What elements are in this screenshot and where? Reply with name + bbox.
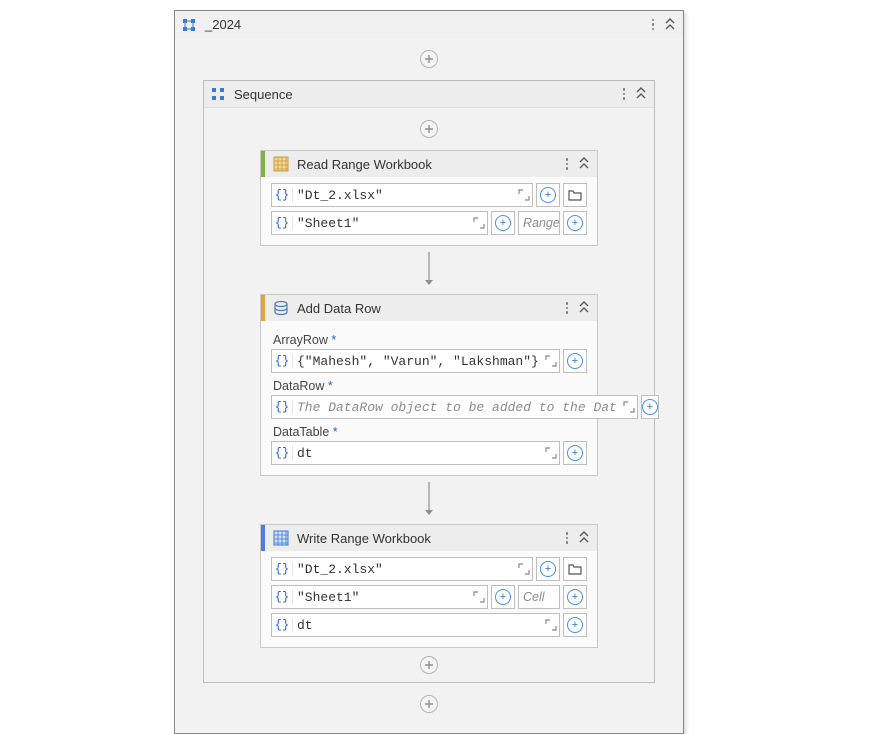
arrayrow-input[interactable]: {} {"Mahesh", "Varun", "Lakshman"} bbox=[271, 349, 560, 373]
read-range-workbook-activity[interactable]: Read Range Workbook {} "Dt_2.xlsx" bbox=[260, 150, 598, 246]
braces-icon: {} bbox=[272, 562, 293, 576]
plus-button[interactable]: + bbox=[563, 441, 587, 465]
sequence-icon bbox=[210, 86, 226, 102]
file-path-input[interactable]: {} "Dt_2.xlsx" bbox=[271, 183, 533, 207]
plus-button[interactable]: + bbox=[563, 349, 587, 373]
braces-icon: {} bbox=[272, 188, 293, 202]
datatable-input[interactable]: {} dt bbox=[271, 441, 560, 465]
outer-title: _2024 bbox=[205, 17, 241, 32]
expand-icon[interactable] bbox=[543, 619, 559, 631]
plus-button[interactable]: + bbox=[563, 585, 587, 609]
activity-menu-icon[interactable] bbox=[559, 298, 575, 318]
expand-icon[interactable] bbox=[621, 401, 637, 413]
datarow-label: DataRow * bbox=[273, 379, 587, 393]
add-activity-outer-bottom[interactable] bbox=[175, 695, 683, 713]
flow-arrow bbox=[204, 252, 654, 288]
cell-input[interactable]: Cell bbox=[518, 585, 560, 609]
datatable-icon bbox=[273, 300, 289, 316]
data-value: dt bbox=[293, 618, 543, 633]
add-data-row-activity[interactable]: Add Data Row ArrayRow * {} {"Mahesh", "V… bbox=[260, 294, 598, 476]
sheet-name-value: "Sheet1" bbox=[293, 590, 471, 605]
plus-button[interactable]: + bbox=[563, 211, 587, 235]
stripe bbox=[261, 151, 265, 177]
plus-icon bbox=[420, 120, 438, 138]
datarow-placeholder: The DataRow object to be added to the Da… bbox=[293, 400, 621, 415]
braces-icon: {} bbox=[272, 400, 293, 414]
braces-icon: {} bbox=[272, 618, 293, 632]
spreadsheet-write-icon bbox=[273, 530, 289, 546]
range-input[interactable]: Range bbox=[518, 211, 560, 235]
add-activity-sequence-top[interactable] bbox=[204, 120, 654, 138]
activity-body: ArrayRow * {} {"Mahesh", "Varun", "Laksh… bbox=[261, 321, 597, 475]
sheet-name-input[interactable]: {} "Sheet1" bbox=[271, 585, 488, 609]
spreadsheet-icon bbox=[273, 156, 289, 172]
datatable-value: dt bbox=[293, 446, 543, 461]
sequence-title: Sequence bbox=[234, 87, 293, 102]
activity-body: {} "Dt_2.xlsx" + {} "Sheet1" bbox=[261, 551, 597, 647]
expand-icon[interactable] bbox=[516, 189, 532, 201]
activity-header[interactable]: Write Range Workbook bbox=[261, 525, 597, 551]
stripe bbox=[261, 525, 265, 551]
expand-icon[interactable] bbox=[543, 447, 559, 459]
plus-icon bbox=[420, 695, 438, 713]
datatable-label: DataTable * bbox=[273, 425, 587, 439]
sheet-name-input[interactable]: {} "Sheet1" bbox=[271, 211, 488, 235]
activity-title: Read Range Workbook bbox=[297, 157, 432, 172]
plus-icon bbox=[420, 656, 438, 674]
sequence-icon bbox=[181, 17, 197, 33]
sequence-card: Sequence Read Range Workbook bbox=[203, 80, 655, 683]
add-activity-top[interactable] bbox=[175, 50, 683, 68]
activity-collapse-icon[interactable] bbox=[577, 300, 591, 316]
datarow-input[interactable]: {} The DataRow object to be added to the… bbox=[271, 395, 638, 419]
flow-arrow bbox=[204, 482, 654, 518]
outer-header[interactable]: _2024 bbox=[175, 11, 683, 38]
file-path-input[interactable]: {} "Dt_2.xlsx" bbox=[271, 557, 533, 581]
data-input[interactable]: {} dt bbox=[271, 613, 560, 637]
sheet-name-value: "Sheet1" bbox=[293, 216, 471, 231]
arrayrow-value: {"Mahesh", "Varun", "Lakshman"} bbox=[293, 354, 543, 369]
expand-icon[interactable] bbox=[471, 217, 487, 229]
file-path-value: "Dt_2.xlsx" bbox=[293, 188, 516, 203]
file-path-value: "Dt_2.xlsx" bbox=[293, 562, 516, 577]
braces-icon: {} bbox=[272, 446, 293, 460]
outer-collapse-icon[interactable] bbox=[663, 17, 677, 33]
sequence-collapse-icon[interactable] bbox=[634, 86, 648, 102]
plus-icon bbox=[420, 50, 438, 68]
browse-folder-button[interactable] bbox=[563, 557, 587, 581]
plus-button[interactable]: + bbox=[563, 613, 587, 637]
activity-body: {} "Dt_2.xlsx" + {} "Sheet1" bbox=[261, 177, 597, 245]
plus-button[interactable]: + bbox=[491, 211, 515, 235]
add-activity-sequence-bottom[interactable] bbox=[204, 656, 654, 674]
outer-menu-icon[interactable] bbox=[645, 15, 661, 35]
sequence-header[interactable]: Sequence bbox=[204, 81, 654, 108]
activity-menu-icon[interactable] bbox=[559, 528, 575, 548]
plus-button[interactable]: + bbox=[536, 183, 560, 207]
sequence-menu-icon[interactable] bbox=[616, 84, 632, 104]
activity-header[interactable]: Read Range Workbook bbox=[261, 151, 597, 177]
activity-menu-icon[interactable] bbox=[559, 154, 575, 174]
activity-header[interactable]: Add Data Row bbox=[261, 295, 597, 321]
arrayrow-label: ArrayRow * bbox=[273, 333, 587, 347]
plus-button[interactable]: + bbox=[491, 585, 515, 609]
browse-folder-button[interactable] bbox=[563, 183, 587, 207]
expand-icon[interactable] bbox=[543, 355, 559, 367]
expand-icon[interactable] bbox=[516, 563, 532, 575]
plus-button[interactable]: + bbox=[536, 557, 560, 581]
activity-collapse-icon[interactable] bbox=[577, 530, 591, 546]
workflow-outer-card: _2024 Sequence bbox=[174, 10, 684, 734]
braces-icon: {} bbox=[272, 590, 293, 604]
braces-icon: {} bbox=[272, 354, 293, 368]
write-range-workbook-activity[interactable]: Write Range Workbook {} "Dt_2.xlsx" bbox=[260, 524, 598, 648]
stripe bbox=[261, 295, 265, 321]
activity-collapse-icon[interactable] bbox=[577, 156, 591, 172]
expand-icon[interactable] bbox=[471, 591, 487, 603]
activity-title: Add Data Row bbox=[297, 301, 381, 316]
plus-button[interactable]: + bbox=[641, 395, 659, 419]
activity-title: Write Range Workbook bbox=[297, 531, 431, 546]
braces-icon: {} bbox=[272, 216, 293, 230]
